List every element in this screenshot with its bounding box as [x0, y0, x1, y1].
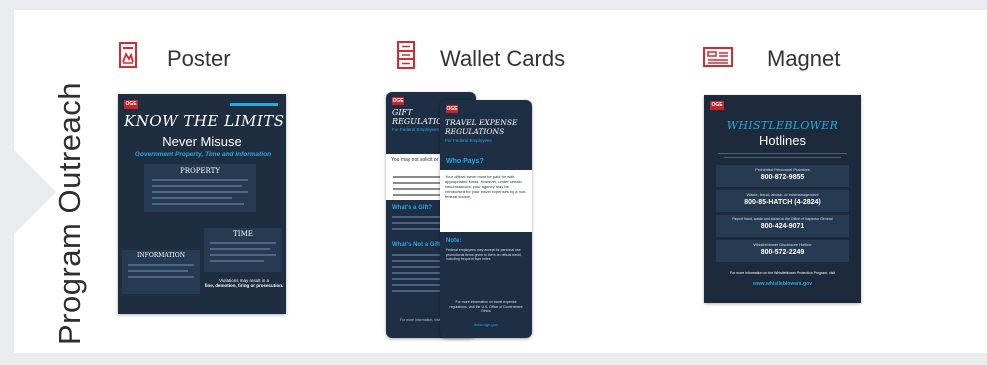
card-travel-title-1: Travel Expense	[445, 118, 518, 127]
card-travel-title-2: Regulations	[445, 127, 505, 136]
poster-subhead-1: Never Misuse	[162, 134, 242, 149]
magnet-hotline-2: Waste, fraud, abuse, or mismanagement 80…	[716, 190, 849, 212]
poster-subhead-2: Government Property, Time and Informatio…	[134, 151, 272, 158]
magnet-title-2: Hotlines	[759, 133, 806, 148]
magnet-thumbnail[interactable]: OGE Whistleblower Hotlines Prohibited Pe…	[704, 95, 861, 303]
poster-label[interactable]: Poster	[167, 46, 231, 72]
card-travel-footer: For more information on travel expense r…	[449, 300, 523, 313]
poster-footer: Violations may result in a fine, demotio…	[204, 278, 284, 288]
card-travel-title: Travel Expense Regulations For Federal E…	[445, 118, 531, 143]
card-travel-heading-1: Who Pays?	[446, 158, 484, 165]
wallet-cards-label[interactable]: Wallet Cards	[440, 46, 565, 72]
card-gift-heading-1: What's a Gift?	[392, 205, 433, 211]
poster-box-property: Property	[144, 164, 256, 212]
section-title: Program Outreach	[52, 82, 87, 345]
card-travel-logo: OGE	[446, 105, 458, 113]
poster-thumbnail[interactable]: OGE Know the Limits Never Misuse Governm…	[118, 94, 286, 314]
poster-box-information: Information	[122, 250, 200, 294]
magnet-hotline-3-label: Report fraud, waste and abuse to the Off…	[732, 217, 833, 221]
panel-pointer	[14, 150, 56, 234]
wallet-cards-icon[interactable]	[397, 41, 415, 69]
magnet-hotline-1-number: 800-872-9855	[760, 174, 805, 181]
poster-box-information-title: Information	[137, 252, 185, 259]
magnet-logo: OGE	[710, 101, 724, 110]
card-travel-heading-2: Note:	[446, 238, 462, 244]
magnet-icon[interactable]	[703, 47, 733, 67]
poster-icon[interactable]	[119, 42, 137, 68]
poster-footer-line2: fine, demotion, firing or prosecution.	[204, 283, 284, 288]
magnet-url: www.whistleblowers.gov	[753, 281, 812, 287]
poster-tag	[230, 103, 278, 106]
poster-headline: Know the Limits	[124, 112, 285, 130]
magnet-hotline-4-number: 800-572-2249	[760, 249, 805, 256]
magnet-hotline-4-label: Whistleblower Disclosure Hotline	[753, 242, 812, 247]
card-travel-body: Your official travel must be paid for wi…	[440, 170, 532, 232]
magnet-hotline-1-label: Prohibited Personnel Practices	[755, 167, 810, 172]
poster-box-time-title: Time	[233, 230, 253, 238]
magnet-footer: For more information on the Whistleblowe…	[729, 271, 836, 275]
card-travel-body-text: Your official travel must be paid for wi…	[445, 174, 527, 199]
card-travel-url: www.oge.gov	[474, 322, 498, 327]
magnet-label[interactable]: Magnet	[767, 46, 840, 72]
magnet-title-1: Whistleblower	[726, 119, 839, 132]
card-gift-heading-2: What's Not a Gift?	[392, 242, 444, 248]
magnet-hotline-3: Report fraud, waste and abuse to the Off…	[716, 215, 849, 237]
magnet-hotline-2-label: Waste, fraud, abuse, or mismanagement	[746, 192, 819, 197]
poster-logo: OGE	[124, 100, 138, 109]
wallet-card-travel[interactable]: OGE Travel Expense Regulations For Feder…	[440, 100, 532, 338]
magnet-hotline-1: Prohibited Personnel Practices 800-872-9…	[716, 165, 849, 187]
card-gift-logo: OGE	[392, 97, 404, 105]
magnet-hotline-3-number: 800-424-9071	[760, 223, 805, 230]
poster-box-time: Time	[204, 228, 282, 272]
poster-box-property-title: Property	[180, 167, 220, 175]
card-travel-note: Federal employees may accept for persona…	[446, 248, 522, 261]
card-travel-audience: For Federal Employees	[445, 138, 492, 143]
magnet-hotline-2-number: 800-85-HATCH (4-2824)	[744, 199, 821, 206]
magnet-hotline-4: Whistleblower Disclosure Hotline 800-572…	[716, 240, 849, 262]
